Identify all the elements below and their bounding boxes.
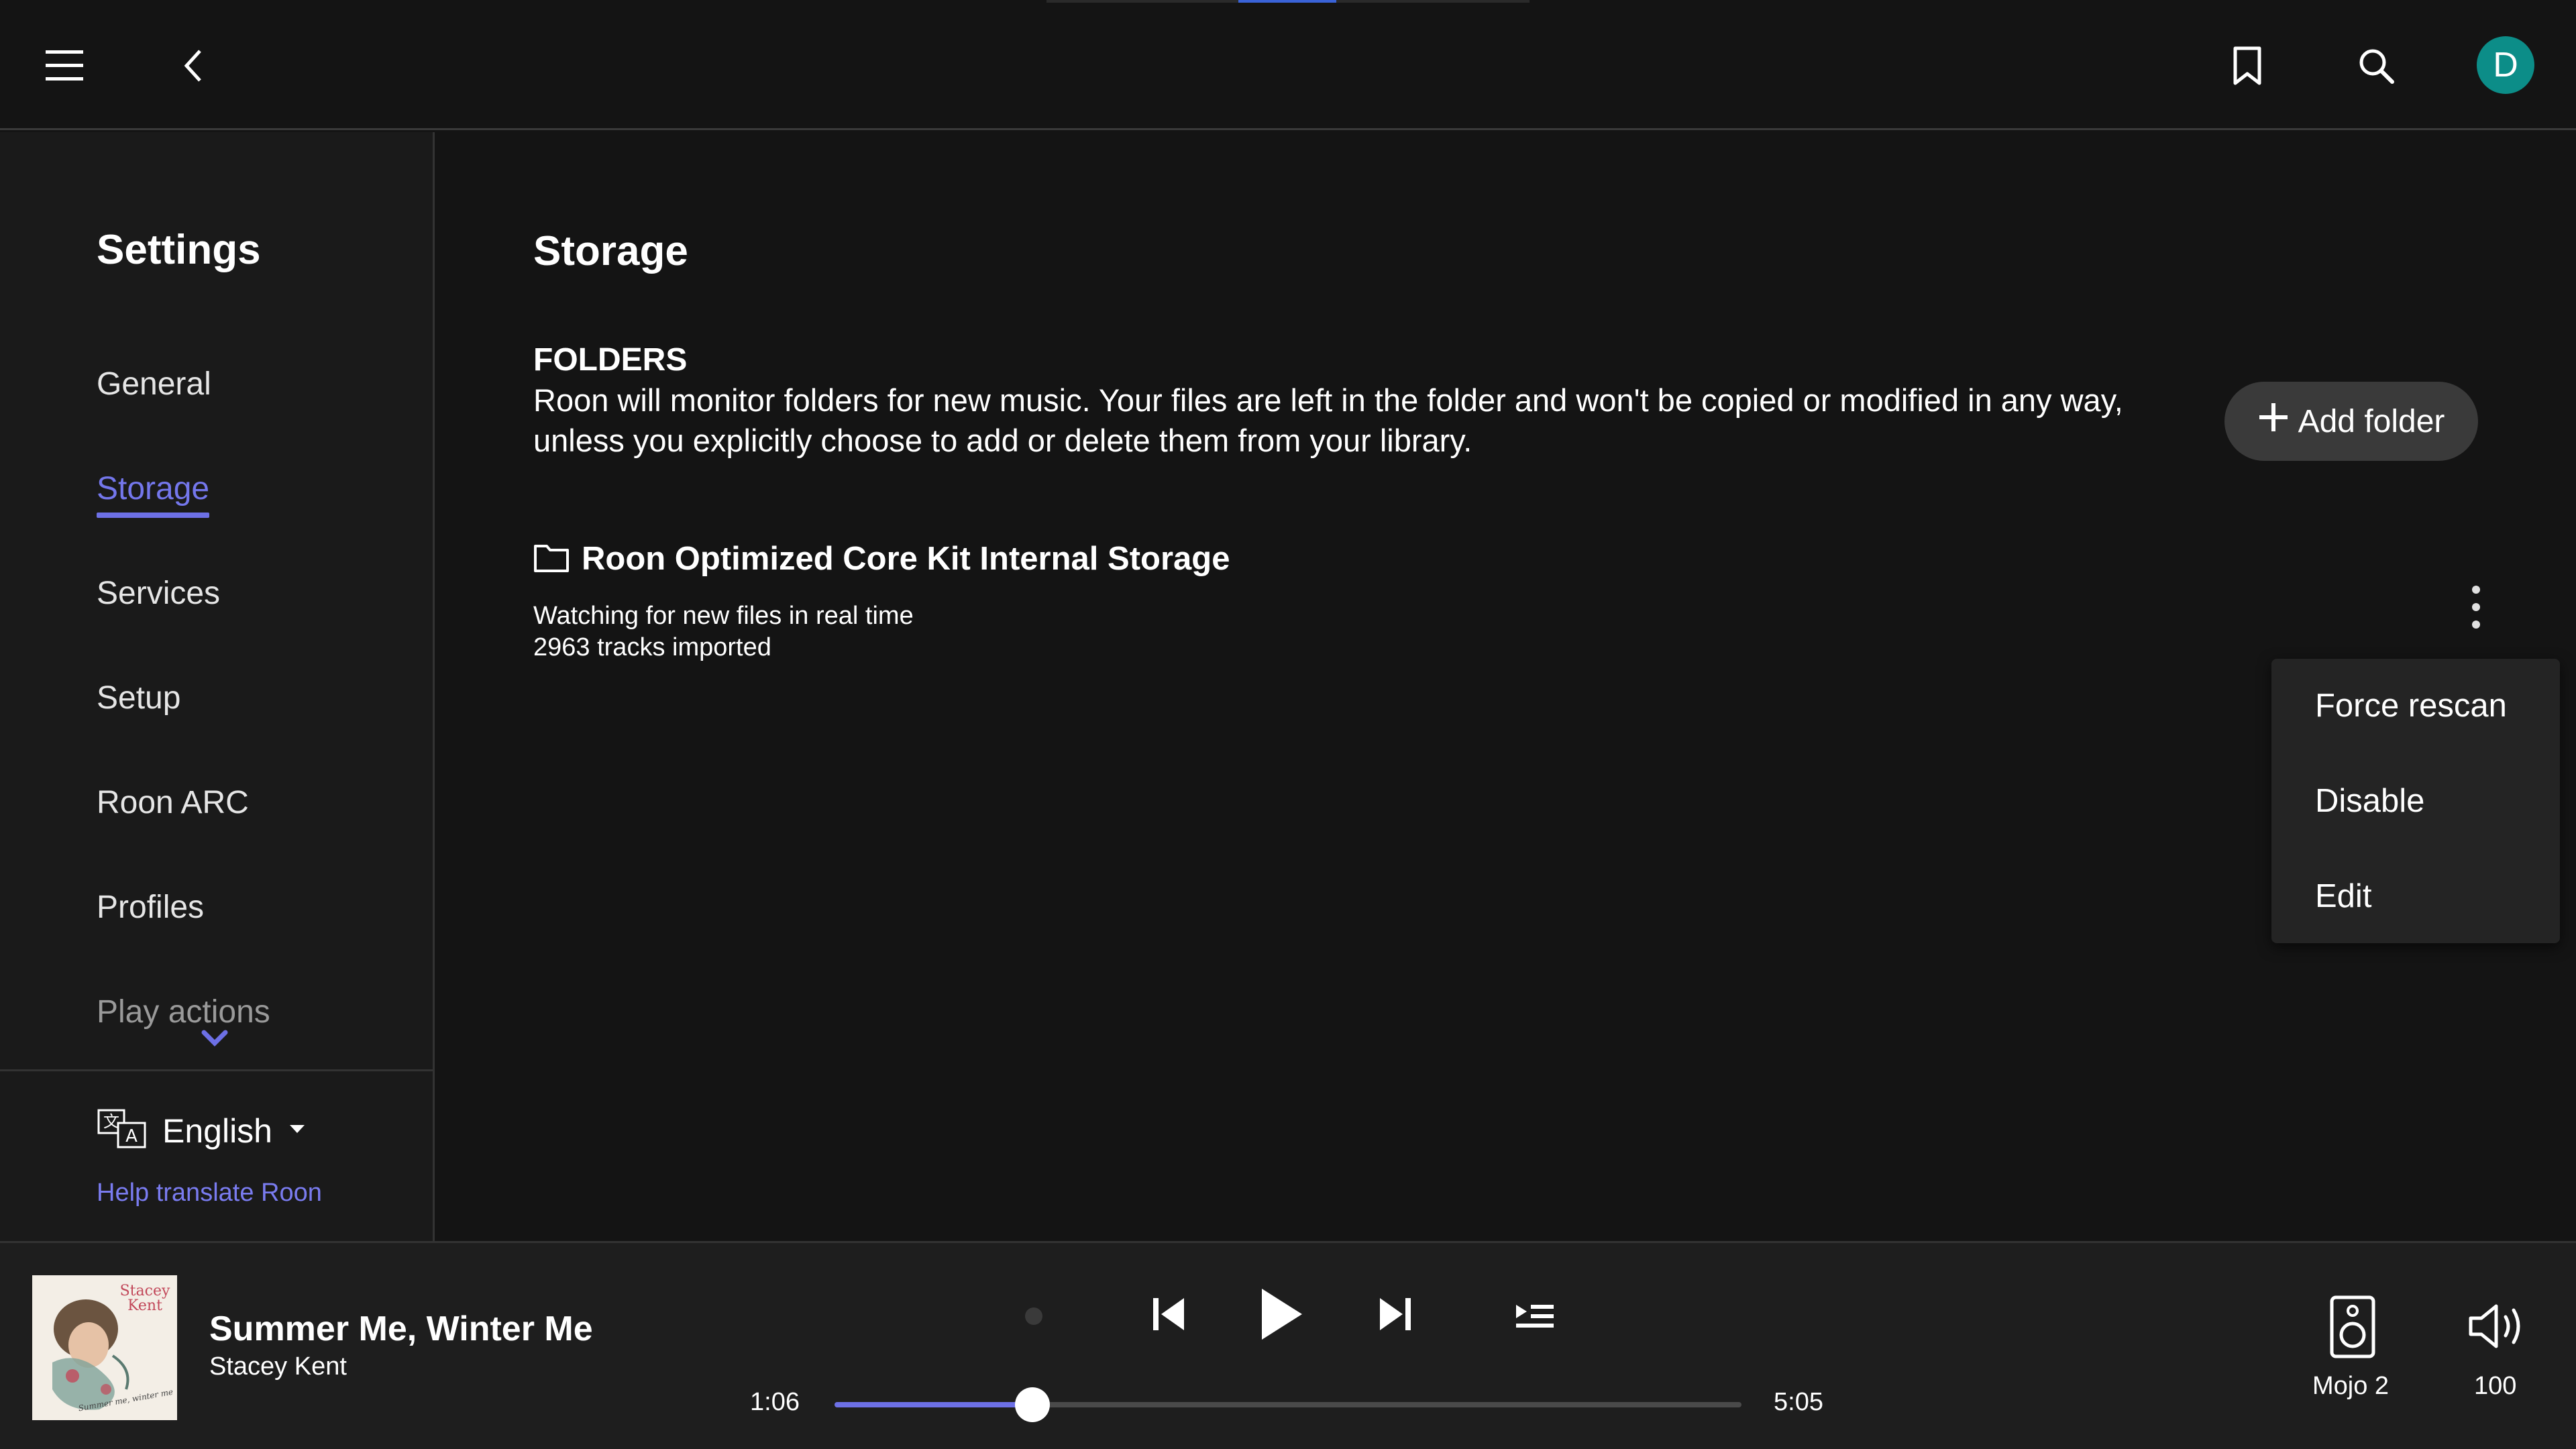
folder-entry[interactable]: Roon Optimized Core Kit Internal Storage: [533, 540, 1230, 578]
folder-icon: [533, 542, 570, 576]
play-icon[interactable]: [1248, 1281, 1315, 1348]
sidebar-item-profiles[interactable]: Profiles: [97, 889, 204, 926]
folder-status: Watching for new files in real time 2963…: [533, 600, 914, 663]
queue-icon[interactable]: [1507, 1287, 1563, 1344]
menu-item-force-rescan[interactable]: Force rescan: [2271, 659, 2560, 753]
volume-level[interactable]: 100: [2474, 1372, 2516, 1401]
main-content: Storage FOLDERS Roon will monitor folder…: [437, 132, 2576, 1241]
menu-item-edit[interactable]: Edit: [2271, 849, 2560, 943]
language-selector[interactable]: 文 A English: [97, 1108, 307, 1153]
sidebar-divider: [0, 1069, 433, 1071]
menu-item-disable[interactable]: Disable: [2271, 754, 2560, 848]
folder-name: Roon Optimized Core Kit Internal Storage: [582, 541, 1230, 577]
sidebar-item-setup[interactable]: Setup: [97, 680, 180, 716]
language-label: English: [162, 1112, 272, 1150]
top-bar: D: [0, 0, 2576, 130]
volume-icon[interactable]: [2462, 1294, 2536, 1358]
folder-watch-status: Watching for new files in real time: [533, 602, 914, 630]
user-avatar[interactable]: D: [2477, 36, 2534, 94]
page-indicator-active: [1238, 0, 1336, 3]
previous-track-icon[interactable]: [1140, 1286, 1197, 1342]
scroll-down-chevron-icon[interactable]: [200, 1028, 229, 1052]
folder-context-menu: Force rescan Disable Edit: [2271, 659, 2560, 943]
section-description: Roon will monitor folders for new music.…: [533, 382, 2123, 458]
hamburger-menu-icon[interactable]: [32, 34, 97, 98]
album-text-kent: Kent: [127, 1297, 162, 1314]
sidebar-item-play-actions[interactable]: Play actions: [97, 994, 270, 1030]
speaker-zone-icon[interactable]: [2321, 1290, 2384, 1364]
bookmark-icon[interactable]: [2215, 34, 2279, 98]
svg-text:A: A: [125, 1126, 138, 1146]
sidebar-item-services[interactable]: Services: [97, 575, 220, 612]
radio-indicator-icon[interactable]: [1025, 1307, 1042, 1325]
more-options-icon[interactable]: [2456, 575, 2496, 639]
track-artist[interactable]: Stacey Kent: [209, 1352, 347, 1381]
folder-track-count: 2963 tracks imported: [533, 633, 771, 661]
zone-name[interactable]: Mojo 2: [2312, 1372, 2389, 1401]
search-icon[interactable]: [2344, 34, 2408, 98]
seek-bar-knob[interactable]: [1014, 1387, 1050, 1422]
elapsed-time: 1:06: [750, 1388, 800, 1416]
add-folder-label: Add folder: [2298, 403, 2445, 439]
page-title: Storage: [533, 228, 688, 274]
settings-sidebar: Settings General Storage Services Setup …: [0, 132, 435, 1241]
chevron-left-icon[interactable]: [161, 34, 225, 98]
page-indicator: [1046, 0, 1529, 3]
caret-down-icon: [287, 1122, 307, 1139]
sidebar-item-storage[interactable]: Storage: [97, 470, 210, 518]
translate-icon: 文 A: [97, 1108, 148, 1153]
seek-bar-fill: [835, 1402, 1032, 1407]
album-art[interactable]: Stacey Kent Summer me, winter me: [32, 1275, 177, 1420]
help-translate-link[interactable]: Help translate Roon: [97, 1179, 322, 1208]
sidebar-item-general[interactable]: General: [97, 366, 211, 402]
sidebar-title: Settings: [97, 227, 261, 273]
plus-icon: [2258, 402, 2289, 441]
next-track-icon[interactable]: [1367, 1286, 1424, 1342]
sidebar-item-roon-arc[interactable]: Roon ARC: [97, 784, 249, 821]
add-folder-button[interactable]: Add folder: [2224, 382, 2478, 461]
svg-text:文: 文: [103, 1112, 119, 1131]
player-bar: Stacey Kent Summer me, winter me Summer …: [0, 1241, 2576, 1449]
track-title[interactable]: Summer Me, Winter Me: [209, 1309, 593, 1349]
total-duration: 5:05: [1774, 1388, 1823, 1416]
seek-bar[interactable]: [835, 1387, 1741, 1422]
section-title: FOLDERS: [533, 342, 688, 378]
